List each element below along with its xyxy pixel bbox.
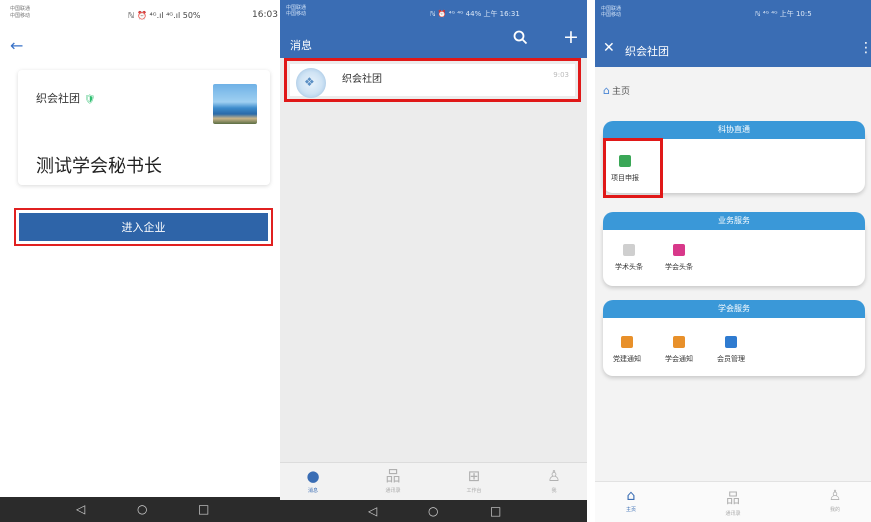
section-title: 学会服务 [603, 300, 865, 318]
tile-label: 党建通知 [613, 355, 641, 363]
community-home-screen: 中国联通 中国移动 ℕ ⁴ᴳ ⁴ᴳ 上午 10:5 ✕ 织会社团 ⋮ ⌂ 主页 科… [595, 0, 871, 522]
system-nav-bar: ◁ ○ □ [280, 500, 587, 522]
tab-label: 消息 [307, 488, 318, 494]
highlight-box [603, 138, 663, 198]
image-placeholder-icon [623, 244, 635, 256]
nav-recents-icon[interactable]: □ [198, 502, 209, 516]
more-vertical-icon[interactable]: ⋮ [859, 40, 871, 56]
tab-mine[interactable]: ♙ 我的 [815, 488, 855, 513]
org-chart-icon: 品 [385, 467, 401, 485]
section-society: 学会服务 党建通知 学会通知 会员管理 [603, 300, 865, 376]
tile-academic-news[interactable]: 学术头条 [609, 244, 649, 272]
grid-icon: ⊞ [467, 467, 481, 485]
status-icons: ℕ ⏰ ⁴ᴳ.ıl ⁴ᴳ.ıl 50% [128, 11, 201, 20]
system-nav-bar: ◁ ○ □ [0, 497, 280, 522]
enter-enterprise-button[interactable]: 进入企业 [19, 213, 268, 241]
section-title: 业务服务 [603, 212, 865, 230]
back-arrow-icon[interactable]: ← [10, 36, 23, 55]
news-icon [673, 244, 685, 256]
home-icon[interactable]: ⌂ [603, 84, 610, 97]
tab-label: 我的 [829, 507, 840, 513]
highlight-box: 进入企业 [14, 208, 273, 246]
messages-header: 中国联通 中国移动 ℕ ⏰ ⁴ᴳ ⁴ᴳ 44% 上午 16:31 消息 + [280, 0, 587, 58]
tab-home[interactable]: ⌂ 主页 [611, 488, 651, 513]
member-icon [725, 336, 737, 348]
close-icon[interactable]: ✕ [603, 40, 615, 56]
section-business: 业务服务 学术头条 学会头条 [603, 212, 865, 286]
enterprise-screen: 中国联通 中国移动 ℕ ⏰ ⁴ᴳ.ıl ⁴ᴳ.ıl 50% 16:03 ← 织会… [0, 0, 280, 522]
role-title: 测试学会秘书长 [36, 156, 162, 177]
tile-label: 学会通知 [665, 355, 693, 363]
carrier-text: 中国联通 中国移动 [601, 6, 622, 18]
tab-label: 通讯录 [385, 488, 401, 494]
status-time: 16:03 [252, 10, 278, 20]
person-icon: ♙ [547, 467, 561, 485]
tile-society-news[interactable]: 学会头条 [659, 244, 699, 272]
org-chart-icon: 品 [726, 491, 740, 507]
chat-bubble-icon: ● [306, 467, 320, 485]
tile-party-notice[interactable]: 党建通知 [607, 336, 647, 364]
carrier-text: 中国联通 中国移动 [286, 5, 307, 17]
search-icon[interactable] [513, 30, 528, 49]
bottom-tab-bar: ● 消息 品 通讯录 ⊞ 工作台 ♙ 我 [280, 462, 587, 500]
avatar: ❖ [296, 68, 326, 98]
notice-icon [673, 336, 685, 348]
tab-label: 主页 [625, 507, 636, 513]
community-header: 中国联通 中国移动 ℕ ⁴ᴳ ⁴ᴳ 上午 10:5 ✕ 织会社团 ⋮ [595, 0, 871, 67]
tab-messages[interactable]: ● 消息 [288, 465, 338, 494]
org-name: 织会社团 [36, 92, 80, 105]
nav-home-icon[interactable]: ○ [428, 504, 438, 518]
org-name-row: 织会社团 🛡 [36, 90, 96, 106]
person-icon: ♙ [828, 488, 842, 504]
carrier-text: 中国联通 中国移动 [10, 6, 31, 19]
chat-time: 9:03 [553, 71, 569, 79]
tab-contacts[interactable]: 品 通讯录 [713, 488, 753, 517]
status-bar: 中国联通 中国移动 ℕ ⏰ ⁴ᴳ.ıl ⁴ᴳ.ıl 50% 16:03 [0, 0, 280, 30]
nav-back-icon[interactable]: ◁ [76, 502, 85, 516]
tab-label: 工作台 [466, 488, 482, 494]
tile-society-notice[interactable]: 学会通知 [659, 336, 699, 364]
nav-back-icon[interactable]: ◁ [368, 504, 377, 518]
divider [587, 0, 595, 522]
page-title: 消息 [290, 39, 312, 52]
add-icon[interactable]: + [563, 28, 579, 47]
org-thumbnail [213, 84, 257, 124]
enterprise-card: 织会社团 🛡 测试学会秘书长 [18, 70, 270, 185]
tile-label: 会员管理 [717, 355, 745, 363]
page-title: 织会社团 [625, 45, 669, 58]
tile-label: 学会头条 [665, 263, 693, 271]
tab-contacts[interactable]: 品 通讯录 [368, 465, 418, 494]
messages-screen: 中国联通 中国移动 ℕ ⏰ ⁴ᴳ ⁴ᴳ 44% 上午 16:31 消息 + ❖ … [280, 0, 587, 522]
tab-workbench[interactable]: ⊞ 工作台 [449, 465, 499, 494]
home-icon: ⌂ [626, 488, 636, 504]
chat-list-item[interactable]: ❖ 织会社团 9:03 [290, 64, 575, 98]
section-title: 科协直通 [603, 121, 865, 139]
shield-check-icon: 🛡 [84, 95, 96, 105]
status-icons: ℕ ⏰ ⁴ᴳ ⁴ᴳ 44% 上午 16:31 [430, 10, 520, 18]
status-icons: ℕ ⁴ᴳ ⁴ᴳ 上午 10:5 [755, 10, 812, 18]
bottom-tab-bar: ⌂ 主页 品 通讯录 ♙ 我的 [595, 481, 871, 522]
tab-label: 我 [551, 488, 557, 494]
tab-me[interactable]: ♙ 我 [529, 465, 579, 494]
breadcrumb-label: 主页 [611, 87, 630, 97]
breadcrumb: ⌂ 主页 [603, 84, 630, 97]
highlight-box: ❖ 织会社团 9:03 [284, 58, 581, 102]
chat-name: 织会社团 [342, 74, 382, 85]
nav-recents-icon[interactable]: □ [490, 504, 501, 518]
tile-label: 学术头条 [615, 263, 643, 271]
nav-home-icon[interactable]: ○ [137, 502, 147, 516]
notice-icon [621, 336, 633, 348]
tab-label: 通讯录 [725, 511, 741, 517]
tile-member-manage[interactable]: 会员管理 [711, 336, 751, 364]
